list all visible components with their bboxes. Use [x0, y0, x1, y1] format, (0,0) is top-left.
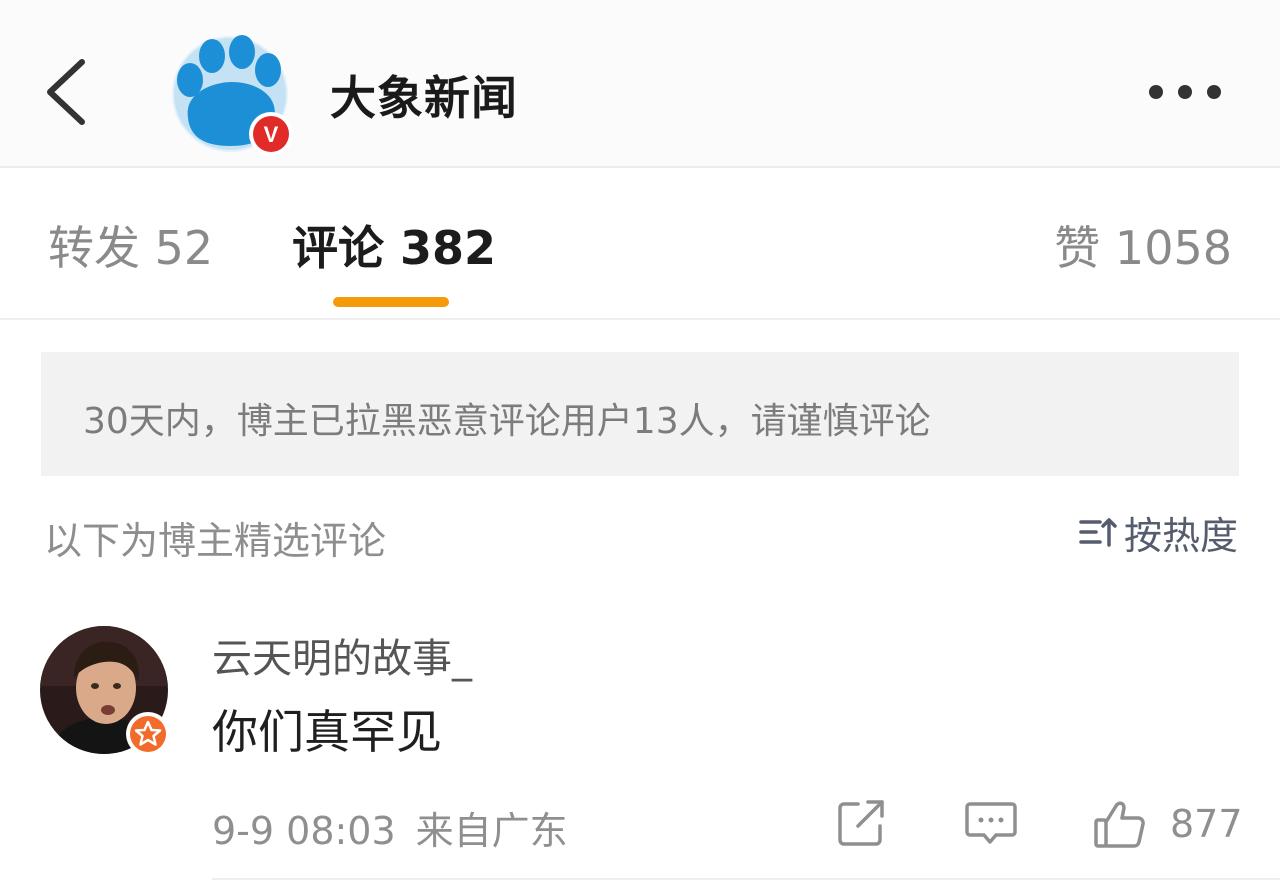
user-level-badge-icon	[126, 712, 170, 756]
like-button[interactable]: 877	[1092, 796, 1243, 852]
tab-bar: 转发 52 评论 382 赞 1058	[0, 168, 1280, 320]
sort-icon	[1079, 518, 1117, 547]
tab-repost-label: 转发	[48, 221, 140, 275]
comments-page: V 大象新闻 转发 52 评论 382 赞 1058 30天内，博主已拉黑恶意评…	[0, 0, 1280, 895]
comment-divider	[212, 878, 1280, 880]
sort-label: 按热度	[1123, 513, 1238, 558]
share-icon	[838, 800, 884, 846]
like-count: 877	[1170, 802, 1243, 846]
more-button[interactable]	[1140, 72, 1230, 112]
tab-repost[interactable]: 转发 52	[48, 212, 213, 278]
account-name[interactable]: 大象新闻	[330, 62, 518, 128]
more-dots-icon	[1149, 85, 1221, 99]
back-button[interactable]	[36, 52, 106, 132]
comment-text: 你们真罕见	[212, 705, 442, 759]
commenter-avatar[interactable]	[40, 626, 172, 758]
section-title: 以下为博主精选评论	[44, 519, 387, 563]
account-avatar[interactable]: V	[168, 32, 298, 160]
tab-likes-count: 1058	[1114, 221, 1232, 275]
tab-comments-count: 382	[400, 221, 497, 275]
active-tab-indicator	[333, 297, 449, 307]
thumbs-up-icon	[1094, 801, 1145, 848]
commenter-username[interactable]: 云天明的故事_	[212, 626, 472, 684]
share-button[interactable]	[836, 796, 888, 852]
notice-banner: 30天内，博主已拉黑恶意评论用户13人，请谨慎评论	[41, 352, 1239, 476]
top-bar: V 大象新闻	[0, 0, 1280, 168]
tab-likes[interactable]: 赞 1058	[1054, 212, 1232, 278]
notice-text: 30天内，博主已拉黑恶意评论用户13人，请谨慎评论	[83, 401, 931, 442]
reply-button[interactable]	[964, 796, 1018, 852]
comment-meta: 9-9 08:03 来自广东	[212, 800, 568, 855]
tab-repost-count: 52	[154, 221, 214, 275]
svg-text:V: V	[264, 122, 279, 147]
comment-location: 来自广东	[415, 809, 568, 853]
tab-likes-label: 赞	[1054, 221, 1101, 275]
back-chevron-icon	[47, 59, 85, 125]
tab-comments-label: 评论	[292, 221, 384, 275]
comment-icon	[965, 802, 1017, 844]
comment-time: 9-9 08:03	[212, 809, 396, 853]
sort-button[interactable]: 按热度	[1078, 508, 1238, 558]
tab-comments[interactable]: 评论 382	[292, 212, 496, 278]
verified-badge-icon: V	[249, 112, 293, 156]
